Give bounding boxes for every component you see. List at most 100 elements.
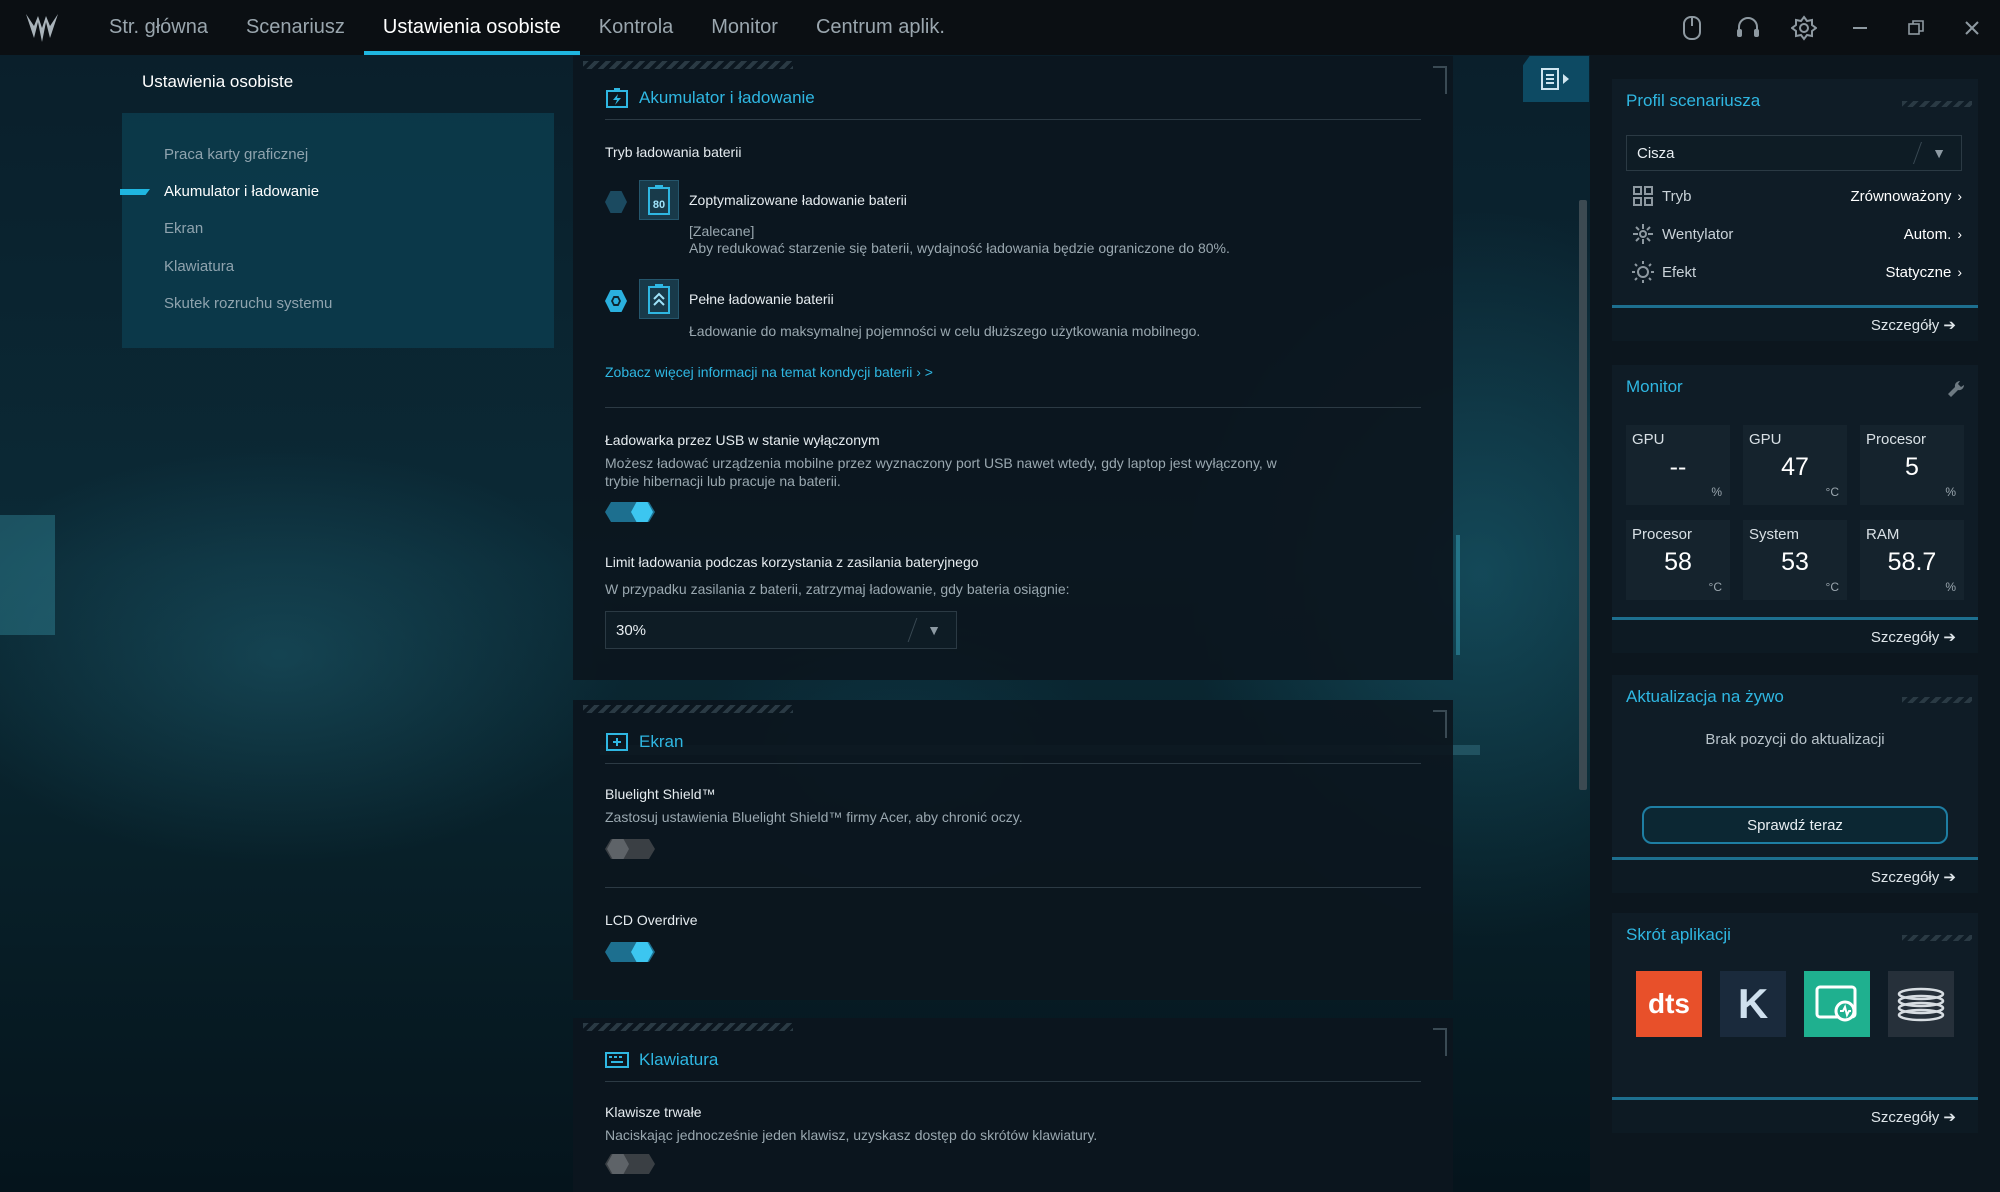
battery-section-title: Akumulator i ładowanie xyxy=(639,87,815,107)
sidebar-menu: Praca karty graficznej Akumulator i łado… xyxy=(120,113,554,348)
full-charge-radio[interactable] xyxy=(605,290,627,312)
screen-section: Ekran Bluelight Shield™ Zastosuj ustawie… xyxy=(573,700,1453,1000)
battery-full-icon xyxy=(639,279,679,319)
usb-charge-toggle[interactable] xyxy=(605,502,655,522)
section-hatch xyxy=(583,1023,793,1031)
sidebar-active-marker xyxy=(120,189,150,195)
profile-row-fan[interactable]: Wentylator Autom. › xyxy=(1632,221,1962,247)
sidebar-item-battery[interactable]: Akumulator i ładowanie xyxy=(164,183,319,200)
sticky-keys-desc: Naciskając jednocześnie jeden klawisz, u… xyxy=(605,1127,1098,1143)
monitor-tile: System 53 °C xyxy=(1743,520,1847,600)
profile-row-key: Efekt xyxy=(1662,263,1697,281)
charge-limit-select[interactable]: 30% ▼ xyxy=(605,611,957,649)
nav-control[interactable]: Kontrola xyxy=(580,0,693,55)
full-charge-desc: Ładowanie do maksymalnej pojemności w ce… xyxy=(689,323,1201,339)
optimized-charge-note: [Zalecane] xyxy=(689,223,755,239)
collapse-panel-button[interactable] xyxy=(1523,56,1589,102)
sidebar-item-boot-effect[interactable]: Skutek rozruchu systemu xyxy=(164,295,332,312)
profile-title: Profil scenariusza xyxy=(1626,91,1761,110)
monitor-title: Monitor xyxy=(1626,377,1683,396)
battery-section: Akumulator i ładowanie Tryb ładowania ba… xyxy=(573,56,1453,680)
screen-divider xyxy=(605,887,1421,888)
profile-row-effect[interactable]: Efekt Statyczne › xyxy=(1632,259,1962,285)
monitor-tile: GPU --% xyxy=(1626,425,1730,505)
svg-text:80: 80 xyxy=(653,199,665,211)
killer-app-icon[interactable]: K xyxy=(1720,971,1786,1037)
nav-home[interactable]: Str. główna xyxy=(90,0,227,55)
gear-icon[interactable] xyxy=(1776,0,1832,55)
headset-icon[interactable] xyxy=(1720,0,1776,55)
sidebar-item-screen[interactable]: Ekran xyxy=(164,220,203,237)
card-hatch xyxy=(1902,935,1972,941)
charge-limit-title: Limit ładowania podczas korzystania z za… xyxy=(605,554,979,570)
section-corner xyxy=(1433,1028,1447,1056)
fan-icon xyxy=(1633,224,1653,244)
optimized-charge-radio[interactable] xyxy=(605,191,627,213)
keyboard-section-header: Klawiatura xyxy=(605,1038,1421,1082)
profile-row-mode[interactable]: Tryb Zrównoważony › xyxy=(1632,183,1962,209)
nav-app-center[interactable]: Centrum aplik. xyxy=(797,0,964,55)
monitor-tile: GPU 47 °C xyxy=(1743,425,1847,505)
optimized-charge-title: Zoptymalizowane ładowanie baterii xyxy=(689,192,907,208)
content-scrollbar[interactable] xyxy=(1579,200,1587,790)
arrow-right-icon: ➔ xyxy=(1943,629,1956,646)
usb-charge-desc-line1: Możesz ładować urządzenia mobilne przez … xyxy=(605,455,1277,471)
charge-limit-value: 30% xyxy=(616,621,647,639)
live-update-details-link[interactable]: Szczegóły ➔ xyxy=(1871,868,1956,886)
shortcuts-footer: Szczegóły ➔ xyxy=(1612,1097,1978,1133)
predator-logo[interactable] xyxy=(22,8,62,48)
battery-divider xyxy=(605,407,1421,408)
full-charge-title: Pełne ładowanie baterii xyxy=(689,291,834,307)
check-now-button[interactable]: Sprawdź teraz xyxy=(1642,806,1948,844)
monitor-tile: RAM 58.7% xyxy=(1860,520,1964,600)
chevron-right-icon: › xyxy=(1957,264,1962,280)
battery-80-icon: 80 xyxy=(639,180,679,220)
profile-footer: Szczegóły ➔ xyxy=(1612,305,1978,341)
profile-select[interactable]: Cisza ▼ xyxy=(1626,135,1962,171)
wrench-icon[interactable] xyxy=(1946,379,1966,399)
screen-section-title: Ekran xyxy=(639,731,684,751)
sidebar-item-keyboard[interactable]: Klawiatura xyxy=(164,258,234,275)
chevron-down-icon: ▼ xyxy=(1917,136,1961,170)
monitor-details-link[interactable]: Szczegóły ➔ xyxy=(1871,628,1956,646)
sidebar-item-gpu[interactable]: Praca karty graficznej xyxy=(164,146,308,163)
card-hatch xyxy=(1902,697,1972,703)
right-panel: Profil scenariusza Cisza ▼ Tryb Zrównowa… xyxy=(1590,55,2000,1192)
profile-row-value: Statyczne xyxy=(1885,263,1952,281)
dts-app-icon[interactable]: dts xyxy=(1636,971,1702,1037)
live-update-status: Brak pozycji do aktualizacji xyxy=(1705,731,1885,748)
chevron-down-icon: ▼ xyxy=(912,612,956,648)
screen-icon xyxy=(606,732,628,751)
minimize-icon[interactable] xyxy=(1832,0,1888,55)
arrow-right-icon: ➔ xyxy=(1943,1109,1956,1126)
grid-icon xyxy=(1633,186,1653,206)
chevron-right-icon: › xyxy=(1957,226,1962,242)
card-hatch xyxy=(1902,101,1972,107)
bluelight-desc: Zastosuj ustawienia Bluelight Shield™ fi… xyxy=(605,809,1023,825)
bluelight-toggle[interactable] xyxy=(605,839,655,859)
shortcuts-details-link[interactable]: Szczegóły ➔ xyxy=(1871,1108,1956,1126)
profile-details-link[interactable]: Szczegóły ➔ xyxy=(1871,316,1956,334)
arrow-right-icon: ➔ xyxy=(1943,869,1956,886)
section-corner xyxy=(1433,710,1447,738)
section-corner xyxy=(1433,66,1447,94)
sticky-keys-toggle[interactable] xyxy=(605,1154,655,1174)
nav-scenario[interactable]: Scenariusz xyxy=(227,0,364,55)
chevron-right-icon: › xyxy=(1957,188,1962,204)
live-update-title: Aktualizacja na żywo xyxy=(1626,687,1784,706)
live-update-footer: Szczegóły ➔ xyxy=(1612,857,1978,893)
restore-icon[interactable] xyxy=(1888,0,1944,55)
sticky-keys-title: Klawisze trwałe xyxy=(605,1104,702,1120)
profile-row-value: Zrównoważony xyxy=(1850,187,1952,205)
overdrive-toggle[interactable] xyxy=(605,942,655,962)
overdrive-title: LCD Overdrive xyxy=(605,912,698,928)
nav-personal-settings[interactable]: Ustawienia osobiste xyxy=(363,0,580,55)
nav-monitor[interactable]: Monitor xyxy=(692,0,797,55)
mouse-icon[interactable] xyxy=(1664,0,1720,55)
keyboard-section: Klawiatura Klawisze trwałe Naciskając je… xyxy=(573,1018,1453,1192)
sidebar-title: Ustawienia osobiste xyxy=(142,72,294,91)
coil-app-icon[interactable] xyxy=(1888,971,1954,1037)
close-icon[interactable] xyxy=(1944,0,2000,55)
battery-health-link[interactable]: Zobacz więcej informacji na temat kondyc… xyxy=(605,364,933,380)
monitor-app-icon[interactable] xyxy=(1804,971,1870,1037)
